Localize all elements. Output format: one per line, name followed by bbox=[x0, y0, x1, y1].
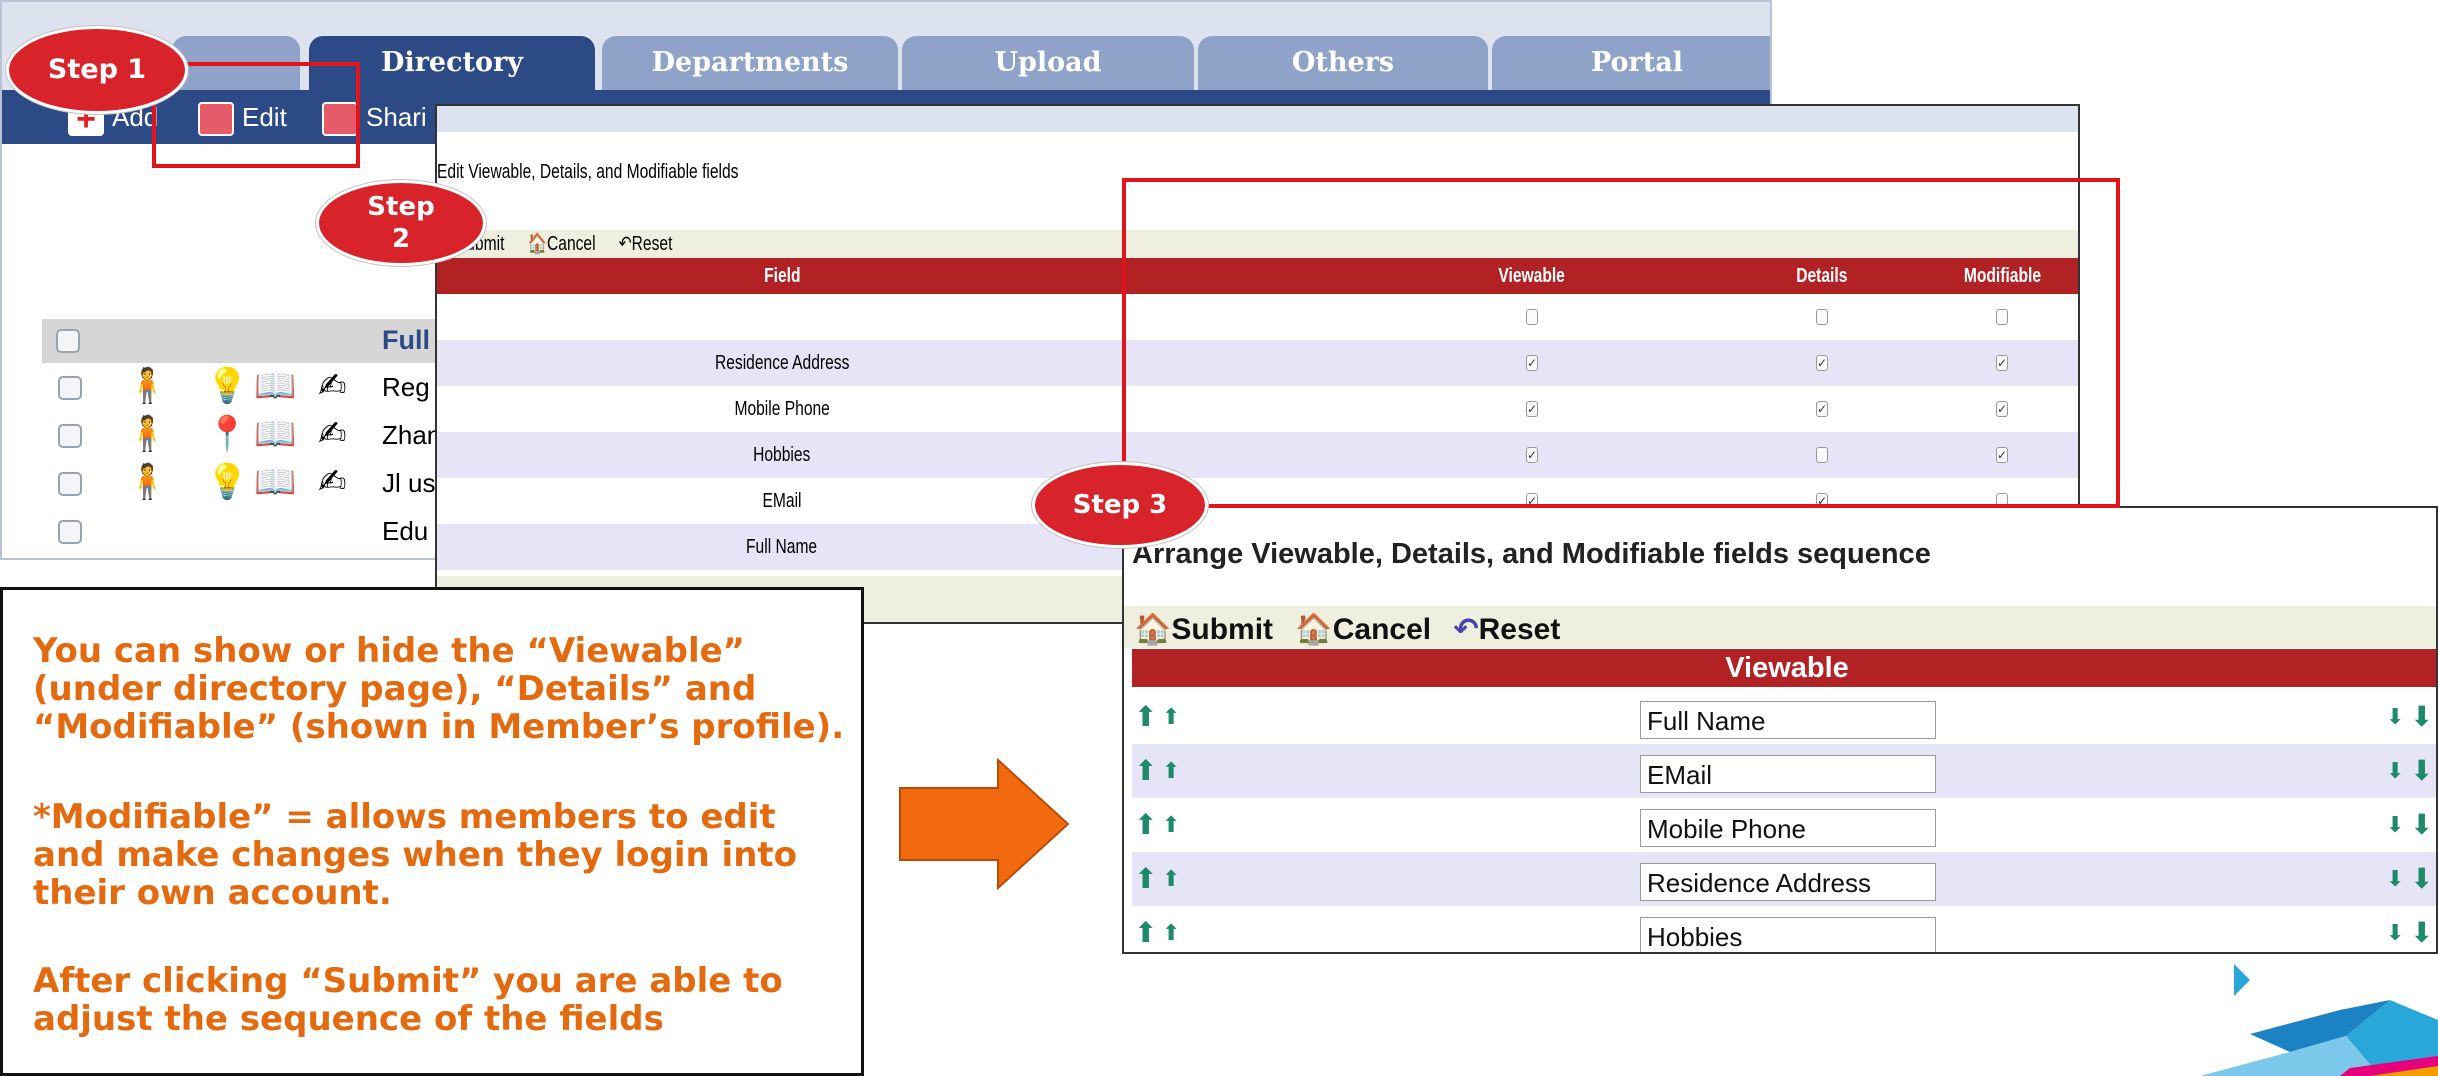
cancel-button[interactable]: 🏠Cancel bbox=[1295, 613, 1431, 646]
page-title: Edit Viewable, Details, and Modifiable f… bbox=[437, 161, 739, 183]
member-name[interactable]: Reg bbox=[382, 372, 430, 403]
list-item: ⬆ ⬆ Full Name ⬇ ⬇ bbox=[1132, 690, 2436, 744]
submit-button[interactable]: 🏠Submit bbox=[1134, 613, 1273, 646]
move-up-icon[interactable]: ⬆ bbox=[1162, 752, 1180, 790]
submit-label: Submit bbox=[1171, 613, 1274, 646]
member-icon: 🧍 bbox=[126, 367, 169, 405]
move-top-icon[interactable]: ⬆ bbox=[1134, 914, 1157, 952]
tab-departments[interactable]: Departments bbox=[602, 36, 898, 90]
row-checkbox[interactable] bbox=[58, 472, 82, 496]
move-up-icon[interactable]: ⬆ bbox=[1162, 698, 1180, 736]
tab-upload[interactable]: Upload bbox=[902, 36, 1194, 90]
field-name: Residence Address bbox=[714, 351, 850, 374]
move-top-icon[interactable]: ⬆ bbox=[1134, 698, 1157, 736]
book-icon[interactable]: 📖 bbox=[254, 414, 296, 454]
move-up-icon[interactable]: ⬆ bbox=[1162, 860, 1180, 898]
field-input[interactable]: EMail bbox=[1640, 755, 1936, 793]
share-label: Shari bbox=[366, 102, 427, 132]
reset-button[interactable]: ↶Reset bbox=[618, 230, 672, 258]
member-icon: 🧍 bbox=[126, 415, 169, 453]
move-top-icon[interactable]: ⬆ bbox=[1134, 860, 1157, 898]
reset-label: Reset bbox=[631, 233, 672, 255]
brand-logo-icon bbox=[2200, 964, 2438, 1076]
page-title: Arrange Viewable, Details, and Modifiabl… bbox=[1132, 538, 1931, 570]
field-input[interactable]: Residence Address bbox=[1640, 863, 1936, 901]
move-up-icon[interactable]: ⬆ bbox=[1162, 914, 1180, 952]
field-input[interactable]: Hobbies bbox=[1640, 917, 1936, 952]
cancel-button[interactable]: 🏠Cancel bbox=[527, 230, 595, 258]
move-up-icon[interactable]: ⬆ bbox=[1162, 806, 1180, 844]
edit-profile-icon[interactable]: ✍ bbox=[318, 414, 347, 454]
list-item: ⬆ ⬆ Hobbies ⬇ ⬇ bbox=[1132, 906, 2436, 952]
step-2-line-2: 2 bbox=[391, 224, 411, 254]
field-name: Hobbies bbox=[753, 443, 811, 466]
reset-icon: ↶ bbox=[1453, 613, 1479, 646]
select-all-checkbox[interactable] bbox=[56, 329, 80, 353]
book-icon[interactable]: 📖 bbox=[254, 462, 296, 502]
step-2-badge: Step 2 bbox=[316, 180, 486, 266]
move-bottom-icon[interactable]: ⬇ bbox=[2410, 860, 2433, 898]
lightbulb-icon[interactable]: 💡 bbox=[206, 462, 248, 502]
member-icon: 🧍 bbox=[126, 463, 169, 501]
reset-button[interactable]: ↶Reset bbox=[1453, 613, 1560, 646]
cancel-label: Cancel bbox=[546, 233, 596, 255]
note-paragraph-3: After clicking “Submit” you are able to … bbox=[33, 961, 783, 1039]
right-arrow-icon bbox=[899, 757, 1070, 891]
move-bottom-icon[interactable]: ⬇ bbox=[2410, 806, 2433, 844]
move-bottom-icon[interactable]: ⬇ bbox=[2410, 698, 2433, 736]
step-3-badge: Step 3 bbox=[1032, 462, 1208, 548]
note-paragraph-1: You can show or hide the “Viewable” (und… bbox=[33, 631, 845, 747]
lightbulb-icon[interactable]: 💡 bbox=[206, 366, 248, 406]
cancel-icon: 🏠 bbox=[1295, 613, 1333, 646]
move-top-icon[interactable]: ⬆ bbox=[1134, 752, 1157, 790]
tab-portal[interactable]: Portal bbox=[1492, 36, 1770, 90]
field-input[interactable]: Full Name bbox=[1640, 701, 1936, 739]
list-item: ⬆ ⬆ Mobile Phone ⬇ ⬇ bbox=[1132, 798, 2436, 852]
row-checkbox[interactable] bbox=[58, 376, 82, 400]
step-2-line-1: Step bbox=[367, 192, 435, 222]
move-down-icon[interactable]: ⬇ bbox=[2386, 914, 2404, 952]
highlight-checkbox-columns bbox=[1122, 178, 2120, 508]
list-item: ⬆ ⬆ Residence Address ⬇ ⬇ bbox=[1132, 852, 2436, 906]
book-icon[interactable]: 📖 bbox=[254, 366, 296, 406]
lightbulb-icon[interactable]: 📍 bbox=[206, 414, 248, 454]
field-name: Full Name bbox=[746, 535, 818, 558]
field-name: Mobile Phone bbox=[734, 397, 830, 420]
reset-label: Reset bbox=[1478, 613, 1561, 646]
cancel-label: Cancel bbox=[1332, 613, 1432, 646]
move-down-icon[interactable]: ⬇ bbox=[2386, 860, 2404, 898]
column-full-name[interactable]: Full bbox=[382, 325, 430, 356]
member-name[interactable]: Edu bbox=[382, 516, 428, 547]
move-bottom-icon[interactable]: ⬇ bbox=[2410, 752, 2433, 790]
move-bottom-icon[interactable]: ⬇ bbox=[2410, 914, 2433, 952]
edit-profile-icon[interactable]: ✍ bbox=[318, 366, 347, 406]
edit-profile-icon[interactable]: ✍ bbox=[318, 462, 347, 502]
move-down-icon[interactable]: ⬇ bbox=[2386, 752, 2404, 790]
move-down-icon[interactable]: ⬇ bbox=[2386, 806, 2404, 844]
tab-others[interactable]: Others bbox=[1198, 36, 1488, 90]
move-down-icon[interactable]: ⬇ bbox=[2386, 698, 2404, 736]
move-top-icon[interactable]: ⬆ bbox=[1134, 806, 1157, 844]
step-1-badge: Step 1 bbox=[6, 26, 188, 114]
field-name: EMail bbox=[762, 489, 802, 512]
column-viewable: Viewable bbox=[1132, 649, 2436, 687]
member-name[interactable]: Zhan bbox=[382, 420, 441, 451]
row-checkbox[interactable] bbox=[58, 424, 82, 448]
note-paragraph-2: *Modifiable” = allows members to edit an… bbox=[33, 797, 798, 913]
list-item: ⬆ ⬆ EMail ⬇ ⬇ bbox=[1132, 744, 2436, 798]
explanation-note: You can show or hide the “Viewable” (und… bbox=[0, 587, 864, 1076]
col-field: Field bbox=[763, 264, 801, 287]
arrange-fields-screenshot: Arrange Viewable, Details, and Modifiabl… bbox=[1122, 506, 2438, 954]
row-checkbox[interactable] bbox=[58, 520, 82, 544]
field-input[interactable]: Mobile Phone bbox=[1640, 809, 1936, 847]
top-band bbox=[437, 106, 2078, 132]
submit-icon: 🏠 bbox=[1134, 613, 1172, 646]
action-bar: 🏠Submit 🏠Cancel ↶Reset bbox=[1124, 606, 2436, 648]
